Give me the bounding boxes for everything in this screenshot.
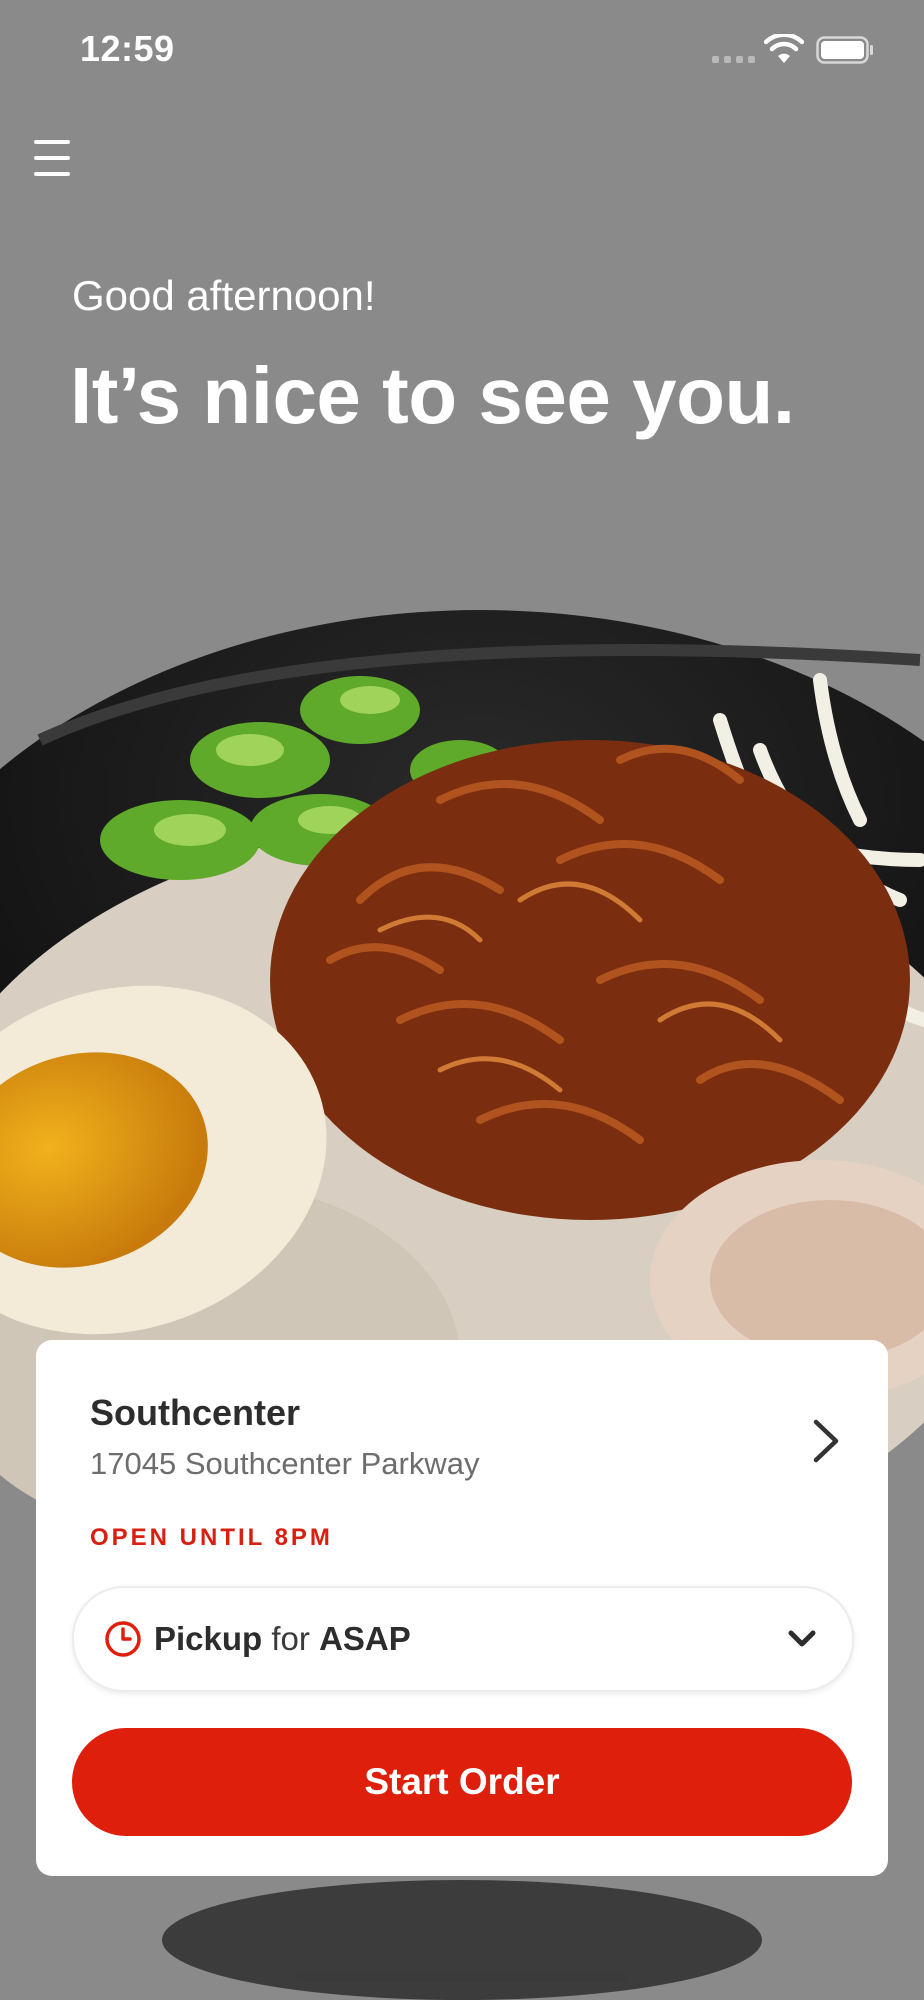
order-type-label: Pickup for ASAP [154, 1620, 411, 1658]
start-order-button[interactable]: Start Order [72, 1728, 852, 1836]
chevron-right-icon[interactable] [806, 1416, 846, 1466]
order-type-dropdown[interactable]: Pickup for ASAP [72, 1586, 854, 1692]
hamburger-menu-icon[interactable] [34, 140, 74, 176]
store-name: Southcenter [90, 1392, 301, 1433]
order-mode: Pickup [154, 1620, 263, 1657]
location-card: Southcenter 17045 Southcenter Parkway OP… [36, 1340, 888, 1876]
order-time: ASAP [319, 1620, 411, 1657]
battery-icon [816, 36, 873, 64]
status-bar: 12:59 [0, 0, 924, 100]
greeting-title: It’s nice to see you. [70, 351, 795, 440]
chevron-down-icon [788, 1630, 816, 1647]
home-indicator [296, 1972, 626, 1982]
status-time: 12:59 [80, 28, 175, 69]
cellular-signal-icon [712, 56, 755, 63]
order-connector: for [271, 1620, 310, 1657]
store-address: 17045 Southcenter Parkway [90, 1446, 480, 1481]
clock-icon [105, 1621, 141, 1657]
wifi-icon [764, 34, 804, 63]
home-screen: 12:59 Good afternoon! It’s nice to see y… [0, 0, 924, 2000]
store-hours-status: OPEN UNTIL 8PM [90, 1524, 333, 1551]
greeting-subtitle: Good afternoon! [72, 272, 376, 319]
